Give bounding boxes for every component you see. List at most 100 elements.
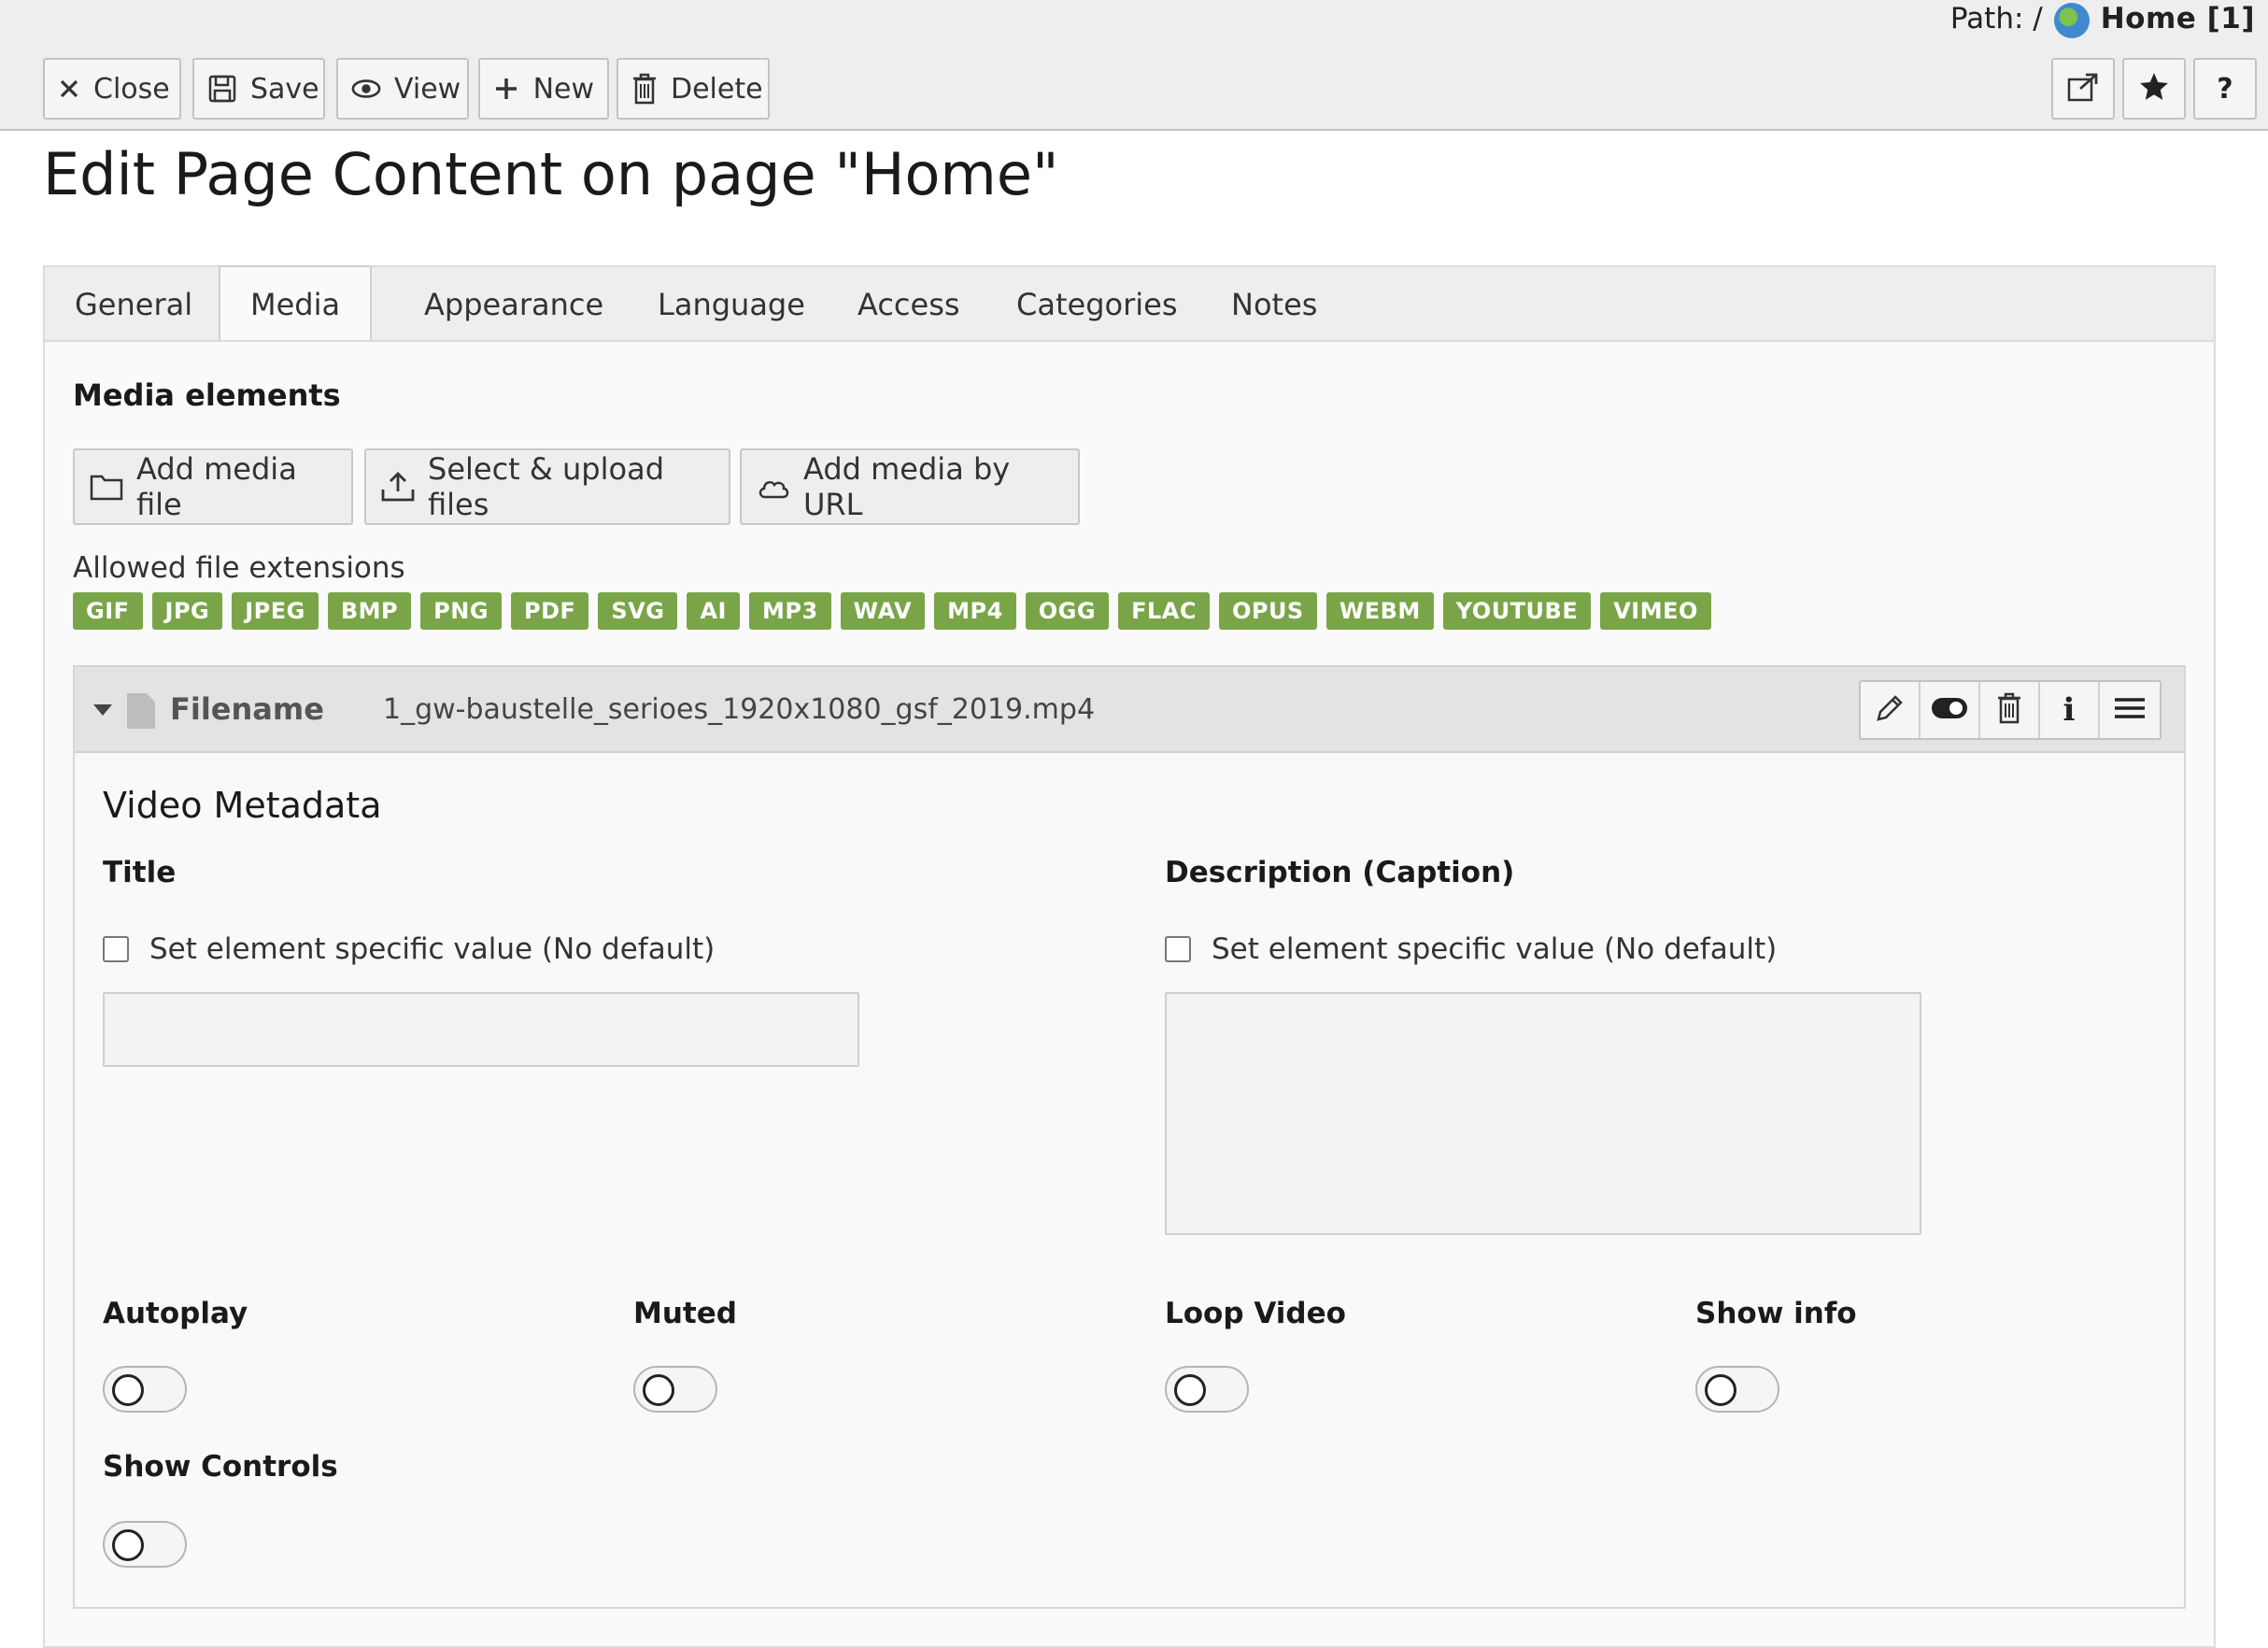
- path-prefix: Path: /: [1949, 2, 2043, 36]
- extension-badge: BMP: [327, 592, 412, 630]
- extension-badge: MP4: [934, 592, 1016, 630]
- extension-badge: WEBM: [1325, 592, 1434, 630]
- toggle-knob: [112, 1374, 144, 1406]
- toggle-knob: [1705, 1374, 1736, 1406]
- filename-label: Filename: [170, 691, 324, 727]
- extension-badge: MP3: [749, 592, 831, 630]
- globe-icon: [2053, 3, 2090, 38]
- breadcrumb: Path: / Home [1]: [1949, 0, 2255, 38]
- external-link-icon: [2067, 72, 2099, 106]
- add-media-file-label: Add media file: [136, 451, 297, 522]
- media-elements-heading: Media elements: [73, 377, 341, 413]
- filename-value: 1_gw-baustelle_serioes_1920x1080_gsf_201…: [383, 693, 1096, 726]
- info-button[interactable]: i: [2040, 682, 2100, 738]
- title-override-row[interactable]: Set element specific value (No default): [103, 932, 715, 966]
- toggle-knob: [1174, 1374, 1206, 1406]
- bookmark-button[interactable]: [2122, 58, 2186, 120]
- extension-badge: VIMEO: [1600, 592, 1711, 630]
- description-textarea[interactable]: [1165, 992, 1921, 1235]
- new-button[interactable]: New: [478, 58, 609, 120]
- extension-badge: PDF: [511, 592, 589, 630]
- tab-notes[interactable]: Notes: [1201, 267, 1347, 342]
- trash-icon: [1996, 692, 2022, 728]
- cloud-icon: [757, 470, 790, 504]
- file-actions: i: [1859, 680, 2162, 740]
- save-label: Save: [250, 72, 319, 106]
- tab-categories[interactable]: Categories: [986, 267, 1207, 342]
- close-label: Close: [93, 72, 170, 106]
- delete-button[interactable]: Delete: [617, 58, 770, 120]
- description-label: Description (Caption): [1165, 856, 1515, 889]
- description-override-label: Set element specific value (No default): [1212, 932, 1778, 966]
- edit-button[interactable]: [1861, 682, 1921, 738]
- show-info-toggle[interactable]: [1695, 1366, 1779, 1413]
- drag-handle[interactable]: [2100, 682, 2160, 738]
- extension-badges: GIF JPG JPEG BMP PNG PDF SVG AI MP3 WAV …: [73, 592, 1711, 630]
- extension-badge: PNG: [420, 592, 503, 630]
- tab-general[interactable]: General: [45, 267, 222, 342]
- save-icon: [207, 74, 237, 104]
- extension-badge: WAV: [840, 592, 926, 630]
- hide-toggle-button[interactable]: [1921, 682, 1980, 738]
- extension-badge: GIF: [73, 592, 143, 630]
- loop-video-toggle[interactable]: [1165, 1366, 1249, 1413]
- open-new-window-button[interactable]: [2051, 58, 2115, 120]
- extension-badge: JPEG: [232, 592, 319, 630]
- collapse-caret-icon[interactable]: [93, 704, 112, 716]
- title-override-label: Set element specific value (No default): [149, 932, 716, 966]
- description-override-checkbox[interactable]: [1165, 936, 1191, 962]
- upload-icon: [381, 470, 415, 504]
- close-button[interactable]: Close: [43, 58, 181, 120]
- autoplay-label: Autoplay: [103, 1297, 248, 1330]
- show-controls-toggle[interactable]: [103, 1521, 187, 1568]
- muted-label: Muted: [633, 1297, 737, 1330]
- loop-video-label: Loop Video: [1165, 1297, 1346, 1330]
- add-media-file-button[interactable]: Add media file: [73, 448, 353, 525]
- delete-file-button[interactable]: [1980, 682, 2040, 738]
- autoplay-toggle[interactable]: [103, 1366, 187, 1413]
- menu-icon: [2114, 697, 2146, 723]
- extension-badge: FLAC: [1118, 592, 1210, 630]
- title-input[interactable]: [103, 992, 859, 1067]
- eye-icon: [351, 74, 381, 104]
- tab-access[interactable]: Access: [828, 267, 990, 342]
- extension-badge: OGG: [1025, 592, 1110, 630]
- title-override-checkbox[interactable]: [103, 936, 129, 962]
- star-icon: [2138, 71, 2170, 107]
- tab-media[interactable]: Media: [219, 265, 373, 342]
- toggle-knob: [112, 1529, 144, 1561]
- video-metadata-heading: Video Metadata: [103, 785, 382, 826]
- question-icon: ?: [2217, 72, 2233, 106]
- description-override-row[interactable]: Set element specific value (No default): [1165, 932, 1777, 966]
- extension-badge: YOUTUBE: [1442, 592, 1592, 630]
- file-icon: [127, 693, 155, 729]
- view-button[interactable]: View: [336, 58, 469, 120]
- muted-toggle[interactable]: [633, 1366, 717, 1413]
- show-info-label: Show info: [1695, 1297, 1857, 1330]
- extension-badge: JPG: [151, 592, 223, 630]
- folder-icon: [90, 470, 123, 504]
- tab-appearance[interactable]: Appearance: [394, 267, 633, 342]
- extension-badge: SVG: [598, 592, 678, 630]
- file-card-header[interactable]: Filename 1_gw-baustelle_serioes_1920x108…: [75, 667, 2184, 753]
- toggle-knob: [643, 1374, 674, 1406]
- delete-label: Delete: [671, 72, 763, 106]
- add-media-url-label: Add media by URL: [803, 451, 1011, 522]
- new-label: New: [532, 72, 594, 106]
- save-button[interactable]: Save: [192, 58, 325, 120]
- help-button[interactable]: ?: [2193, 58, 2257, 120]
- path-page[interactable]: Home [1]: [2101, 2, 2255, 36]
- select-upload-button[interactable]: Select & upload files: [364, 448, 730, 525]
- toggle-on-icon: [1931, 697, 1968, 723]
- title-label: Title: [103, 856, 177, 889]
- allowed-extensions-label: Allowed file extensions: [73, 551, 405, 585]
- document-header: Path: / Home [1] Close Save View New Del…: [0, 0, 2268, 131]
- plus-icon: [493, 74, 520, 104]
- view-label: View: [394, 72, 461, 106]
- add-media-url-button[interactable]: Add media by URL: [740, 448, 1080, 525]
- show-controls-label: Show Controls: [103, 1450, 338, 1484]
- select-upload-label: Select & upload files: [428, 451, 664, 522]
- tab-language[interactable]: Language: [628, 267, 835, 342]
- info-icon: i: [2062, 691, 2076, 729]
- trash-icon: [631, 73, 658, 105]
